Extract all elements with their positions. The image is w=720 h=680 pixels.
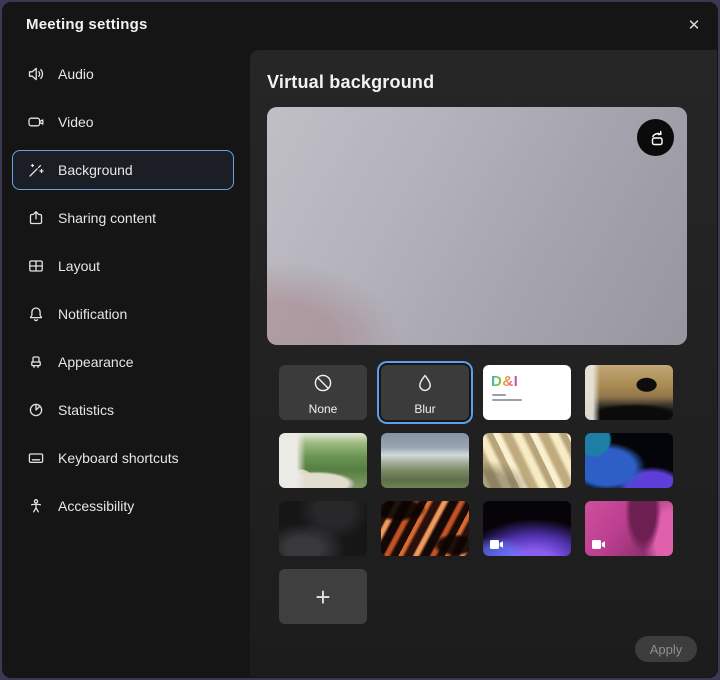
sidebar-item-label: Notification — [58, 306, 127, 322]
blur-drop-icon — [414, 372, 436, 394]
video-camera-icon — [27, 113, 45, 131]
magic-wand-icon — [27, 161, 45, 179]
background-tile-mountains-photo[interactable] — [381, 433, 469, 488]
camera-preview — [267, 107, 687, 345]
video-camera-badge-icon — [591, 539, 606, 550]
layout-grid-icon — [27, 257, 45, 275]
video-camera-badge-icon — [489, 539, 504, 550]
dni-logo-tagline — [492, 394, 522, 404]
background-tile-blur[interactable]: Blur — [381, 365, 469, 420]
dialog-title: Meeting settings — [26, 16, 148, 33]
paintbrush-icon — [27, 353, 45, 371]
sidebar-item-label: Sharing content — [58, 210, 156, 226]
background-thumbnail-grid: None Blur D&I — [279, 365, 687, 624]
sidebar-item-label: Appearance — [58, 354, 134, 370]
sidebar-item-video[interactable]: Video — [12, 102, 234, 142]
none-prohibited-icon — [312, 372, 334, 394]
pie-chart-icon — [27, 401, 45, 419]
sidebar-item-label: Audio — [58, 66, 94, 82]
sidebar-item-sharing-content[interactable]: Sharing content — [12, 198, 234, 238]
apply-button[interactable]: Apply — [635, 636, 697, 662]
tile-label: None — [279, 402, 367, 416]
sidebar-item-label: Layout — [58, 258, 100, 274]
sidebar-item-keyboard-shortcuts[interactable]: Keyboard shortcuts — [12, 438, 234, 478]
sidebar-item-statistics[interactable]: Statistics — [12, 390, 234, 430]
sidebar-item-audio[interactable]: Audio — [12, 54, 234, 94]
sidebar-item-background[interactable]: Background — [12, 150, 234, 190]
accessibility-person-icon — [27, 497, 45, 515]
sidebar-item-notification[interactable]: Notification — [12, 294, 234, 334]
background-tile-abstract-blue[interactable] — [585, 433, 673, 488]
sidebar-item-label: Accessibility — [58, 498, 134, 514]
background-tile-dni-logo[interactable]: D&I — [483, 365, 571, 420]
background-tile-dark-swirl[interactable] — [279, 501, 367, 556]
background-tile-none[interactable]: None — [279, 365, 367, 420]
background-tile-pink-waves-video[interactable] — [585, 501, 673, 556]
meeting-settings-dialog: Meeting settings ✕ Audio Video Backgroun… — [1, 1, 719, 679]
background-tile-lava[interactable] — [381, 501, 469, 556]
sidebar-item-label: Video — [58, 114, 94, 130]
sidebar-item-accessibility[interactable]: Accessibility — [12, 486, 234, 526]
background-tile-living-room-photo[interactable] — [279, 433, 367, 488]
sidebar-item-appearance[interactable]: Appearance — [12, 342, 234, 382]
settings-sidebar: Audio Video Background Sharing content L — [12, 54, 234, 534]
flip-camera-icon — [646, 128, 666, 148]
tile-label: Blur — [381, 402, 469, 416]
sidebar-item-label: Background — [58, 162, 133, 178]
background-tile-purple-glow-video[interactable] — [483, 501, 571, 556]
panel-title: Virtual background — [267, 72, 434, 93]
audio-icon — [27, 65, 45, 83]
share-screen-icon — [27, 209, 45, 227]
keyboard-icon — [27, 449, 45, 467]
virtual-background-panel: Virtual background None — [250, 50, 717, 677]
close-icon[interactable]: ✕ — [682, 14, 706, 38]
sidebar-item-label: Statistics — [58, 402, 114, 418]
bell-icon — [27, 305, 45, 323]
plus-icon: + — [315, 584, 330, 610]
add-custom-background-button[interactable]: + — [279, 569, 367, 624]
dni-logo-text: D&I — [491, 373, 518, 390]
sidebar-item-layout[interactable]: Layout — [12, 246, 234, 286]
flip-camera-button[interactable] — [637, 119, 674, 156]
background-tile-window-light-photo[interactable] — [483, 433, 571, 488]
background-tile-office-photo[interactable] — [585, 365, 673, 420]
sidebar-item-label: Keyboard shortcuts — [58, 450, 179, 466]
